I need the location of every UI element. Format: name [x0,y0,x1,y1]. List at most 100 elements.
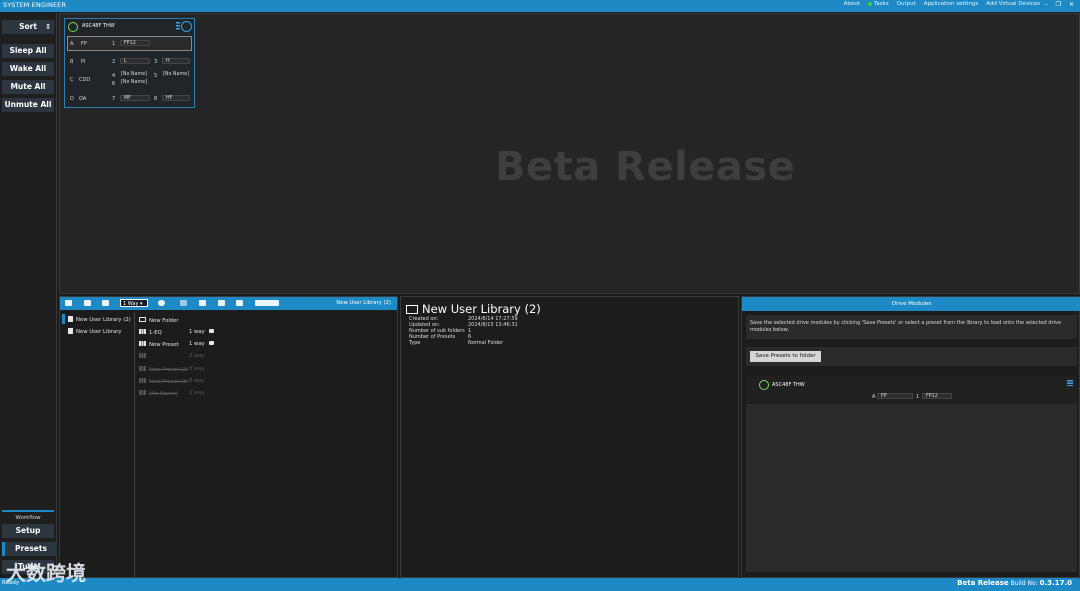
slot-num: 6 [112,81,116,87]
slot-value[interactable]: H [162,58,190,64]
tree-selection-marker [62,314,65,324]
sort-label: Sort [19,22,37,31]
slot-num: 1 [916,394,920,400]
list-item[interactable]: 1-EQ [139,329,162,336]
row-letter: A [70,41,74,47]
workflow-setup-button[interactable]: Setup [2,524,54,538]
row-group: CDD [79,77,91,83]
sleep-all-button[interactable]: Sleep All [2,44,54,58]
build-info: Beta Release Build No: 0.3.17.0 [957,579,1072,587]
title-bar: SYSTEM ENGINEER About Tasks Output Appli… [0,0,1080,12]
close-icon[interactable]: ✕ [1069,1,1074,8]
slot-value[interactable]: FP12 [922,393,952,399]
top-menu: About Tasks Output Application settings … [844,1,1040,7]
minimize-icon[interactable]: – [1045,1,1048,8]
detail-key: Type [409,340,421,346]
preset-icon [139,390,146,395]
device-status-icon [68,22,78,32]
slot-num: 7 [112,96,116,102]
detail-value: 2024/8/15 13:46:31 [468,322,518,328]
import-icon[interactable] [84,300,91,306]
sort-button[interactable]: Sort ↕ [2,20,54,34]
save-presets-button[interactable]: Save Presets to folder [750,351,821,362]
preset-icon [139,353,146,358]
menu-application-settings[interactable]: Application settings [924,1,978,7]
device-canvas[interactable]: Beta Release [59,13,1080,294]
row-letter: D [70,96,74,102]
power-icon[interactable] [181,21,192,32]
library-toolbar: 1 Way ▾ New User Library (2) [60,297,397,310]
window-controls: – ❐ ✕ [1045,1,1074,8]
device-card[interactable]: ASC48F THW A FP 1 FP12 B PI 2 L 3 H C CD… [64,18,195,108]
slot-value[interactable]: L [120,58,150,64]
restore-icon[interactable]: ❐ [1056,1,1061,8]
details-panel: New User Library (2) Created on: 2024/8/… [400,296,739,578]
unmute-all-button[interactable]: Unmute All [2,98,54,112]
drive-module-menu-icon[interactable] [1067,380,1073,386]
menu-tasks[interactable]: Tasks [867,1,889,7]
move-up-down-icon[interactable] [236,300,243,306]
way-label: 8 way [189,378,205,384]
device-menu-icon[interactable] [176,22,180,30]
app-title: SYSTEM ENGINEER [3,1,66,9]
menu-output[interactable]: Output [897,1,916,7]
way-label: 2 way [189,353,205,359]
list-item[interactable]: New Folder [139,317,179,324]
slot-num: 8 [154,96,158,102]
preset-icon [139,329,146,334]
way-filter-select[interactable]: 1 Way ▾ [120,299,148,307]
new-folder-icon[interactable] [180,300,187,306]
slot-value[interactable]: [No Name] [118,80,150,86]
row-letter: A [872,394,876,400]
export-icon[interactable] [102,300,109,306]
preset-icon [139,341,146,346]
tree-item[interactable]: New User Library [68,328,122,335]
status-bar: Ready Beta Release Build No: 0.3.17.0 [0,578,1080,591]
device-name: ASC48F THW [82,23,115,29]
details-title: New User Library (2) [406,302,541,316]
row-letter: B [70,59,74,65]
preset-icon [139,366,146,371]
list-item[interactable]: New Preset (3) [139,378,188,385]
list-item[interactable]: New Preset (2) [139,366,188,373]
drive-module-card[interactable]: ASC48F THW A FP 1 FP12 [746,376,1077,572]
workflow-presets-button[interactable]: Presets [2,542,57,556]
slot-value[interactable]: [No Name] [118,72,150,78]
way-label: 2 way [189,390,205,396]
slot-num: 4 [112,73,116,79]
drive-module-header: ASC48F THW A FP 1 FP12 [746,376,1077,404]
row-group: OA [79,96,87,102]
way-label: 3 way [189,366,205,372]
row-letter: C [70,77,74,83]
slot-value[interactable]: HF [162,95,190,101]
mute-all-button[interactable]: Mute All [2,80,54,94]
library-icon [68,316,73,322]
slot-value[interactable]: MF [120,95,150,101]
slot-num: 3 [154,59,158,65]
delete-icon[interactable] [199,300,206,306]
add-icon[interactable] [158,300,165,306]
library-panel: 1 Way ▾ New User Library (2) New User Li… [59,296,398,578]
device-status-icon [759,380,769,390]
tree-item[interactable]: New User Library (2) [68,316,131,323]
slot-value[interactable]: [No Name] [160,72,192,78]
list-item[interactable]: New Preset [139,341,179,348]
drive-modules-header: Drive Modules [742,297,1080,311]
list-item[interactable]: [No Name] [139,390,178,397]
lock-icon [208,341,214,345]
library-icon [68,328,73,334]
menu-about[interactable]: About [844,1,860,7]
workflow-label: Workflow [2,510,54,521]
sidebar: Sort ↕ Sleep All Wake All Mute All Unmut… [0,13,57,578]
wake-all-button[interactable]: Wake All [2,62,54,76]
slot-value[interactable]: FP12 [120,40,150,46]
beta-watermark: Beta Release [495,144,796,190]
library-title: New User Library (2) [336,300,391,306]
move-to-folder-icon[interactable] [255,300,279,306]
lock-icon[interactable] [218,300,225,306]
preset-icon [139,378,146,383]
menu-add-virtual-devices[interactable]: Add Virtual Devices [986,1,1040,7]
list-item[interactable] [139,353,149,360]
new-library-icon[interactable] [65,300,72,306]
drive-modules-description: Save the selected drive modules by click… [746,315,1077,339]
